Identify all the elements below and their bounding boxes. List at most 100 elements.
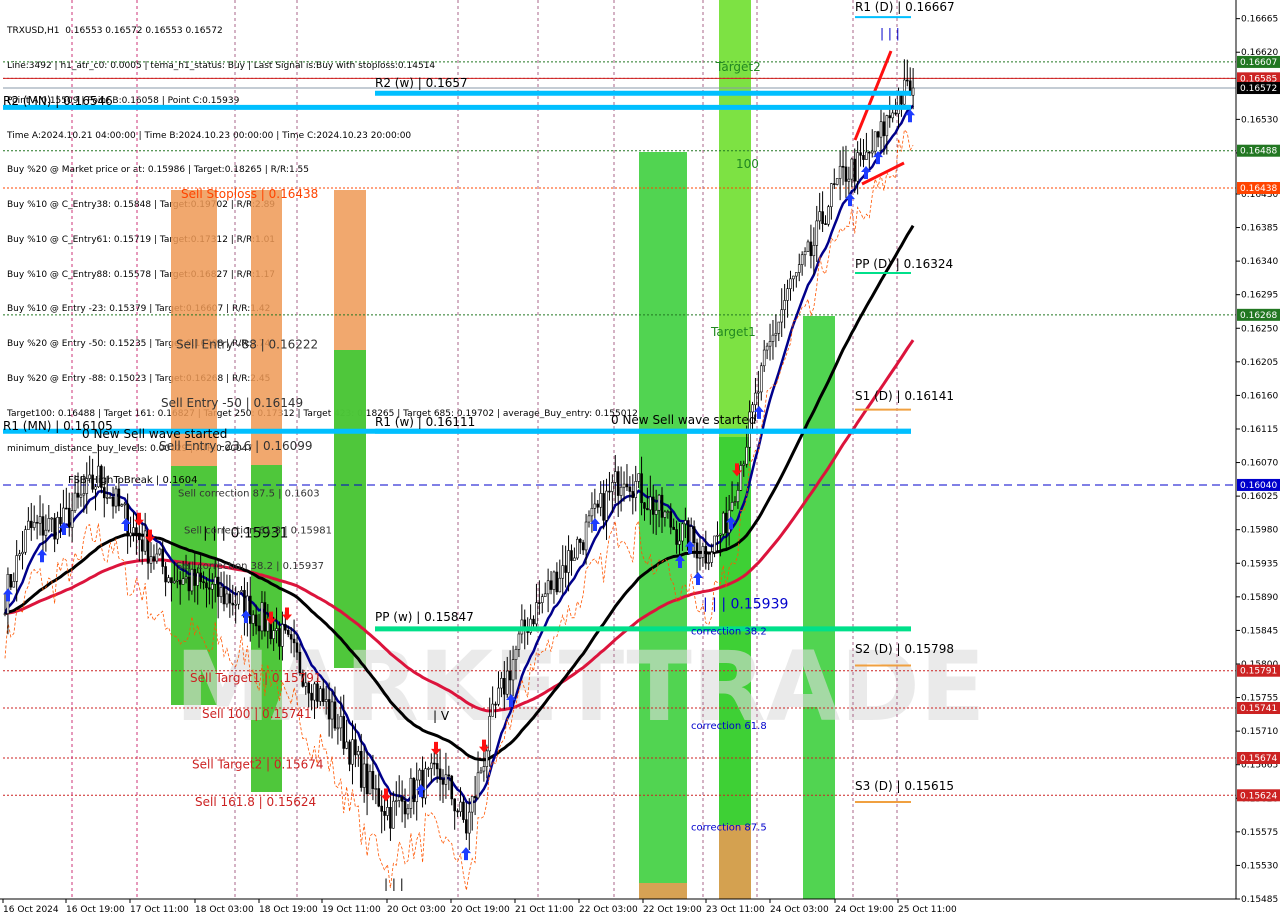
candle-body <box>514 649 518 660</box>
candle-body <box>701 546 705 558</box>
candle-body <box>503 677 506 695</box>
candle-body <box>818 211 821 222</box>
candle-body <box>742 463 746 466</box>
candle-body <box>651 496 655 515</box>
candle-body <box>21 551 24 555</box>
candle-body <box>584 521 588 551</box>
candle-body <box>170 577 173 584</box>
candle-body <box>724 512 728 534</box>
candle-body <box>523 619 527 628</box>
zone-box <box>719 825 751 899</box>
candle-body <box>535 602 538 625</box>
candle-body <box>859 152 862 156</box>
candle-body <box>672 526 675 530</box>
candle-body <box>640 473 643 504</box>
candle-body <box>838 165 842 179</box>
candle-body <box>158 548 162 555</box>
pivot-label: S2 (D) | 0.15798 <box>855 642 954 656</box>
candle-body <box>424 768 427 799</box>
candle-body <box>438 768 442 780</box>
candle-body <box>336 727 340 730</box>
price-tick-label: 0.15485 <box>1241 895 1278 905</box>
time-tick-label: 21 Oct 11:00 <box>515 905 574 915</box>
annotation-label: | | | 0.15939 <box>703 596 788 612</box>
annotation-label: correction 61.8 <box>691 721 767 732</box>
candle-body <box>12 581 16 588</box>
candle-body <box>599 493 602 508</box>
candle-body <box>608 490 611 493</box>
annotation-label: Sell Target2 | 0.15674 <box>192 758 324 772</box>
candle-body <box>316 683 319 702</box>
candle-body <box>248 595 252 624</box>
price-tick-label: 0.16115 <box>1241 425 1278 435</box>
candle-body <box>719 533 722 536</box>
candle-body <box>783 300 786 311</box>
candle-body <box>830 183 833 208</box>
candle-body <box>339 716 343 729</box>
candle-body <box>173 580 176 584</box>
candle-body <box>196 572 200 586</box>
candle-body <box>333 701 337 729</box>
candle-body <box>56 517 59 540</box>
candle-body <box>578 538 582 543</box>
pivot-label: R1 (D) | 0.16667 <box>855 0 955 14</box>
candle-body <box>853 158 857 182</box>
candle-body <box>649 496 652 511</box>
candle-body <box>359 750 363 788</box>
candle-body <box>567 550 570 573</box>
candle-body <box>546 580 550 595</box>
candle-body <box>149 556 153 564</box>
candle-body <box>663 511 667 518</box>
candle-body <box>695 542 699 559</box>
candle-body <box>65 507 68 510</box>
time-tick-label: 22 Oct 03:00 <box>579 905 638 915</box>
candle-body <box>292 638 296 644</box>
candle-body <box>216 576 220 597</box>
candle-body <box>132 527 135 534</box>
candle-body <box>882 121 886 137</box>
candle-body <box>47 518 51 531</box>
trailing-stop-line <box>4 128 914 891</box>
candle-body <box>470 796 474 813</box>
annotation-label: correction 38.2 <box>691 626 767 637</box>
price-chart[interactable]: MARKETTRADE R1 (D) | 0.16667R2 (w) | 0.1… <box>0 0 1280 920</box>
candle-body <box>284 624 287 631</box>
candle-body <box>263 602 267 632</box>
candle-body <box>622 483 626 488</box>
candle-body <box>596 503 600 508</box>
candle-body <box>891 112 894 119</box>
candle-body <box>53 517 56 540</box>
candle-body <box>841 165 845 168</box>
candle-body <box>231 602 235 606</box>
candle-body <box>698 557 702 559</box>
candle-body <box>9 574 13 588</box>
annotation-label: 0 New Sell wave started <box>611 413 756 427</box>
candle-body <box>549 580 553 590</box>
candle-body <box>3 613 7 615</box>
candle-body <box>138 532 141 541</box>
candle-body <box>18 553 21 556</box>
annotation-label: Sell correction 61.8 | 0.15981 <box>184 526 332 537</box>
candle-body <box>286 629 290 635</box>
candle-body <box>386 807 389 816</box>
candle-body <box>397 796 401 801</box>
candle-body <box>765 345 769 351</box>
candle-body <box>327 699 331 720</box>
candle-body <box>114 488 118 507</box>
price-tag-label: 0.16040 <box>1240 481 1277 491</box>
candle-body <box>888 115 892 119</box>
annotation-label: 0 New Sell wave started <box>82 427 227 441</box>
candle-body <box>465 819 468 834</box>
candle-body <box>365 763 369 795</box>
candle-body <box>876 131 880 138</box>
candle-body <box>164 566 167 583</box>
candle-body <box>371 771 375 789</box>
candle-body <box>792 275 795 280</box>
candle-body <box>418 769 421 781</box>
candle-body <box>208 587 211 590</box>
candle-body <box>555 571 559 593</box>
candle-body <box>637 473 640 482</box>
candle-body <box>762 349 766 367</box>
pivot-label: PP (D) | 0.16324 <box>855 257 953 271</box>
candle-body <box>611 482 614 492</box>
